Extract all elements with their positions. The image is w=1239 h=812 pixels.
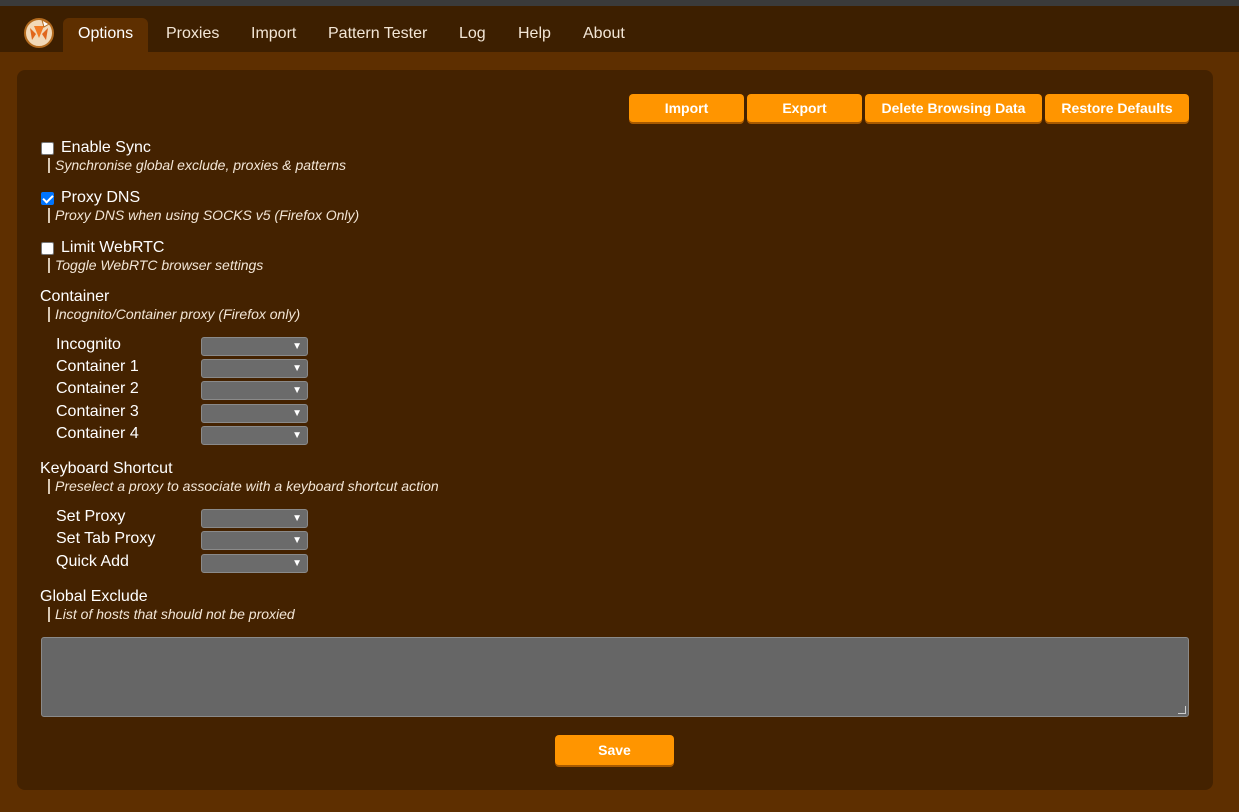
set-tab-proxy-select[interactable]: ▼ [201, 531, 308, 550]
tab-pattern-tester[interactable]: Pattern Tester [313, 18, 442, 52]
keyboard-shortcut-heading: Keyboard Shortcut [40, 460, 173, 477]
container-1-select[interactable]: ▼ [201, 359, 308, 378]
enable-sync-checkbox[interactable] [41, 141, 54, 155]
enable-sync-description: Synchronise global exclude, proxies & pa… [48, 158, 346, 173]
chevron-down-icon: ▼ [292, 535, 302, 546]
limit-webrtc-option[interactable]: Limit WebRTC [41, 239, 164, 257]
container-4-label: Container 4 [56, 425, 139, 442]
tab-help[interactable]: Help [503, 18, 566, 52]
proxy-dns-label: Proxy DNS [61, 189, 141, 206]
incognito-select[interactable]: ▼ [201, 337, 308, 356]
proxy-dns-checkbox[interactable] [41, 191, 54, 205]
tab-options[interactable]: Options [63, 18, 149, 52]
resize-handle-icon[interactable] [1178, 706, 1186, 714]
set-proxy-select[interactable]: ▼ [201, 509, 308, 528]
tab-proxies[interactable]: Proxies [151, 18, 234, 52]
chevron-down-icon: ▼ [292, 408, 302, 419]
global-exclude-description: List of hosts that should not be proxied [48, 607, 295, 622]
chevron-down-icon: ▼ [292, 430, 302, 441]
chevron-down-icon: ▼ [292, 513, 302, 524]
set-proxy-label: Set Proxy [56, 508, 126, 525]
container-1-label: Container 1 [56, 358, 139, 375]
set-tab-proxy-label: Set Tab Proxy [56, 530, 156, 547]
chevron-down-icon: ▼ [292, 363, 302, 374]
import-button[interactable]: Import [629, 94, 744, 122]
container-3-label: Container 3 [56, 403, 139, 420]
container-heading: Container [40, 288, 110, 305]
global-exclude-heading: Global Exclude [40, 588, 148, 605]
tab-bar: Options Proxies Import Pattern Tester Lo… [0, 6, 1239, 52]
container-3-select[interactable]: ▼ [201, 404, 308, 423]
keyboard-shortcut-description: Preselect a proxy to associate with a ke… [48, 479, 439, 494]
chevron-down-icon: ▼ [292, 558, 302, 569]
limit-webrtc-description: Toggle WebRTC browser settings [48, 258, 263, 273]
limit-webrtc-label: Limit WebRTC [61, 239, 165, 256]
enable-sync-option[interactable]: Enable Sync [41, 139, 151, 157]
container-4-select[interactable]: ▼ [201, 426, 308, 445]
foxyproxy-logo-icon [22, 16, 56, 48]
chevron-down-icon: ▼ [292, 385, 302, 396]
options-panel: Import Export Delete Browsing Data Resto… [17, 70, 1213, 790]
export-button[interactable]: Export [747, 94, 862, 122]
restore-defaults-button[interactable]: Restore Defaults [1045, 94, 1189, 122]
container-description: Incognito/Container proxy (Firefox only) [48, 307, 300, 322]
quick-add-select[interactable]: ▼ [201, 554, 308, 573]
limit-webrtc-checkbox[interactable] [41, 241, 54, 255]
proxy-dns-option[interactable]: Proxy DNS [41, 189, 140, 207]
proxy-dns-description: Proxy DNS when using SOCKS v5 (Firefox O… [48, 208, 359, 223]
container-2-select[interactable]: ▼ [201, 381, 308, 400]
incognito-label: Incognito [56, 336, 121, 353]
tab-import[interactable]: Import [236, 18, 311, 52]
tab-about[interactable]: About [568, 18, 640, 52]
container-2-label: Container 2 [56, 380, 139, 397]
chevron-down-icon: ▼ [292, 341, 302, 352]
save-button[interactable]: Save [555, 735, 674, 765]
tab-log[interactable]: Log [444, 18, 501, 52]
enable-sync-label: Enable Sync [61, 139, 151, 156]
global-exclude-textarea[interactable] [41, 637, 1189, 717]
quick-add-label: Quick Add [56, 553, 129, 570]
delete-browsing-data-button[interactable]: Delete Browsing Data [865, 94, 1042, 122]
